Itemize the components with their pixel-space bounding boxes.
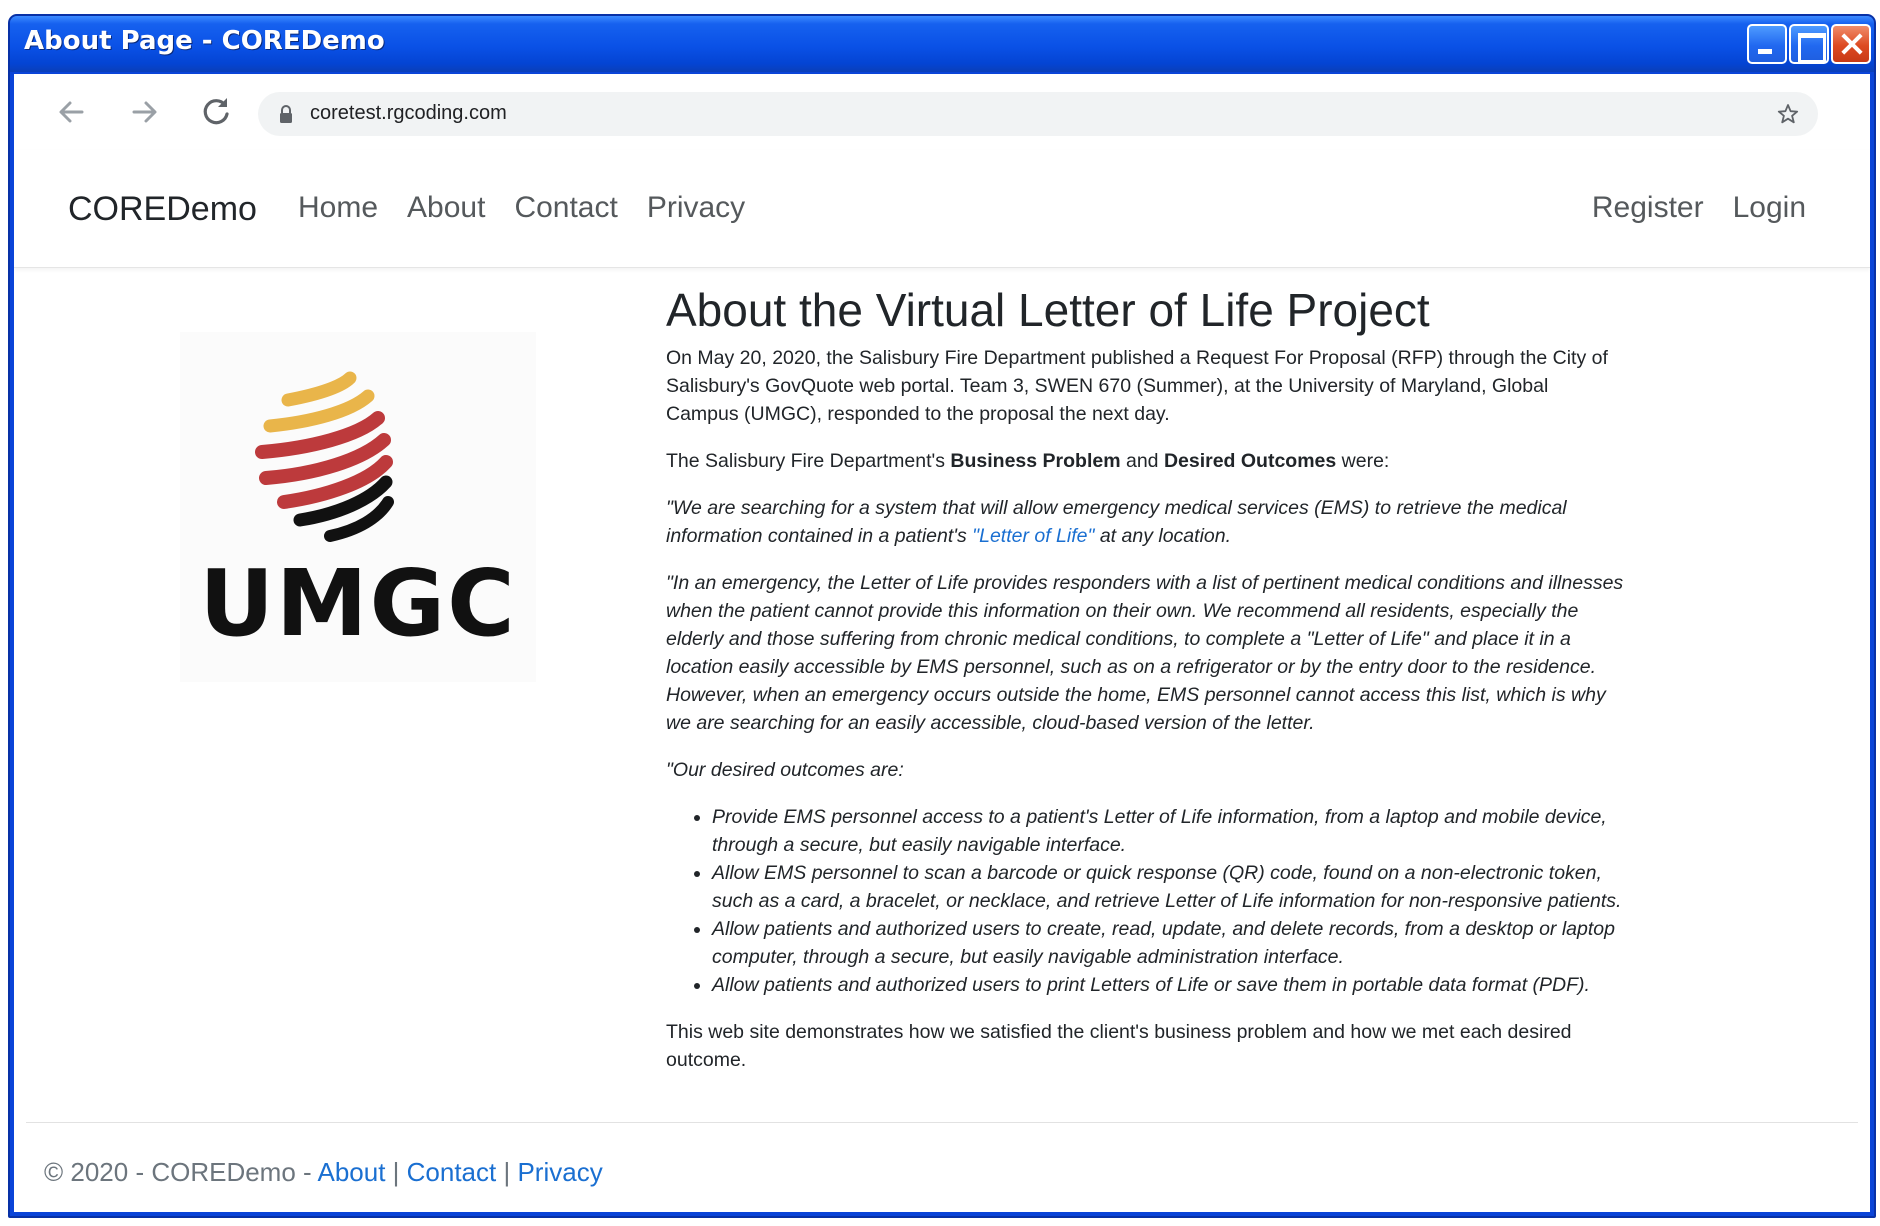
maximize-button[interactable]	[1789, 24, 1829, 64]
back-arrow-icon	[59, 101, 84, 123]
footer-row: © 2020 - COREDemo - About | Contact | Pr…	[44, 1157, 603, 1188]
nav-about[interactable]: About	[407, 191, 485, 225]
problem-intro-paragraph: The Salisbury Fire Department's Business…	[666, 447, 1626, 475]
back-button[interactable]	[52, 92, 92, 132]
close-icon	[1833, 26, 1869, 62]
problem-intro-mid: and	[1120, 450, 1164, 472]
list-item: Allow patients and authorized users to p…	[712, 971, 1626, 999]
address-bar[interactable]: coretest.rgcoding.com	[258, 92, 1818, 136]
closing-paragraph: This web site demonstrates how we satisf…	[666, 1021, 1572, 1071]
quote-paragraph-1: "We are searching for a system that will…	[666, 494, 1626, 550]
desired-outcomes-label: Desired Outcomes	[1163, 450, 1337, 472]
intro-paragraph: On May 20, 2020, the Salisbury Fire Depa…	[666, 347, 1608, 425]
minimize-icon	[1749, 26, 1785, 62]
window-title: About Page - COREDemo	[24, 26, 385, 56]
minimize-button[interactable]	[1747, 24, 1787, 64]
forward-arrow-icon	[132, 101, 157, 123]
forward-button[interactable]	[124, 92, 164, 132]
reload-button[interactable]	[196, 92, 236, 132]
footer-about-link[interactable]: About	[317, 1157, 385, 1187]
nav-home[interactable]: Home	[298, 191, 378, 225]
quote1-post: at any location.	[1094, 525, 1232, 547]
reload-icon	[203, 98, 229, 125]
browser-window: About Page - COREDemo coretest.rgcoding.…	[8, 14, 1876, 1218]
nav-privacy[interactable]: Privacy	[647, 191, 745, 225]
problem-intro-pre: The Salisbury Fire Department's	[666, 450, 951, 472]
footer-separator: |	[496, 1157, 518, 1187]
footer-copyright: © 2020 - COREDemo -	[44, 1157, 318, 1187]
lock-icon	[280, 105, 292, 123]
primary-nav: Home About Contact Privacy	[298, 191, 745, 225]
list-item: Allow EMS personnel to scan a barcode or…	[712, 859, 1626, 915]
account-nav: Register Login	[1592, 191, 1806, 225]
browser-toolbar: coretest.rgcoding.com	[14, 74, 1870, 150]
list-item: Provide EMS personnel access to a patien…	[712, 803, 1626, 859]
maximize-icon	[1791, 26, 1827, 63]
umgc-globe-icon	[255, 371, 394, 542]
navbar-brand[interactable]: COREDemo	[68, 190, 257, 229]
footer-separator: |	[385, 1157, 407, 1187]
footer-contact-link[interactable]: Contact	[407, 1157, 497, 1187]
list-item: Allow patients and authorized users to c…	[712, 915, 1626, 971]
outcomes-list: Provide EMS personnel access to a patien…	[712, 803, 1626, 999]
outcomes-intro: "Our desired outcomes are:	[666, 759, 904, 781]
bookmark-star-icon[interactable]	[1776, 102, 1800, 126]
letter-of-life-link[interactable]: "Letter of Life"	[972, 525, 1094, 547]
browser-client-area: coretest.rgcoding.com COREDemo Home Abou…	[14, 74, 1870, 1212]
quote-paragraph-2: "In an emergency, the Letter of Life pro…	[666, 572, 1624, 734]
nav-register[interactable]: Register	[1592, 191, 1704, 225]
problem-intro-post: were:	[1336, 450, 1390, 472]
nav-login[interactable]: Login	[1733, 191, 1806, 225]
page-title: About the Virtual Letter of Life Project	[666, 284, 1430, 336]
business-problem-label: Business Problem	[950, 450, 1121, 472]
nav-contact[interactable]: Contact	[514, 191, 617, 225]
umgc-wordmark: UMGC	[199, 550, 517, 657]
site-navbar: COREDemo Home About Contact Privacy Regi…	[14, 150, 1870, 268]
window-title-bar[interactable]: About Page - COREDemo	[10, 16, 1874, 72]
address-url: coretest.rgcoding.com	[310, 102, 507, 124]
about-article: About the Virtual Letter of Life Project…	[666, 282, 1626, 1093]
site-footer: © 2020 - COREDemo - About | Contact | Pr…	[26, 1122, 1858, 1187]
close-button[interactable]	[1831, 24, 1871, 64]
umgc-logo: UMGC	[180, 332, 536, 682]
footer-privacy-link[interactable]: Privacy	[517, 1157, 602, 1187]
